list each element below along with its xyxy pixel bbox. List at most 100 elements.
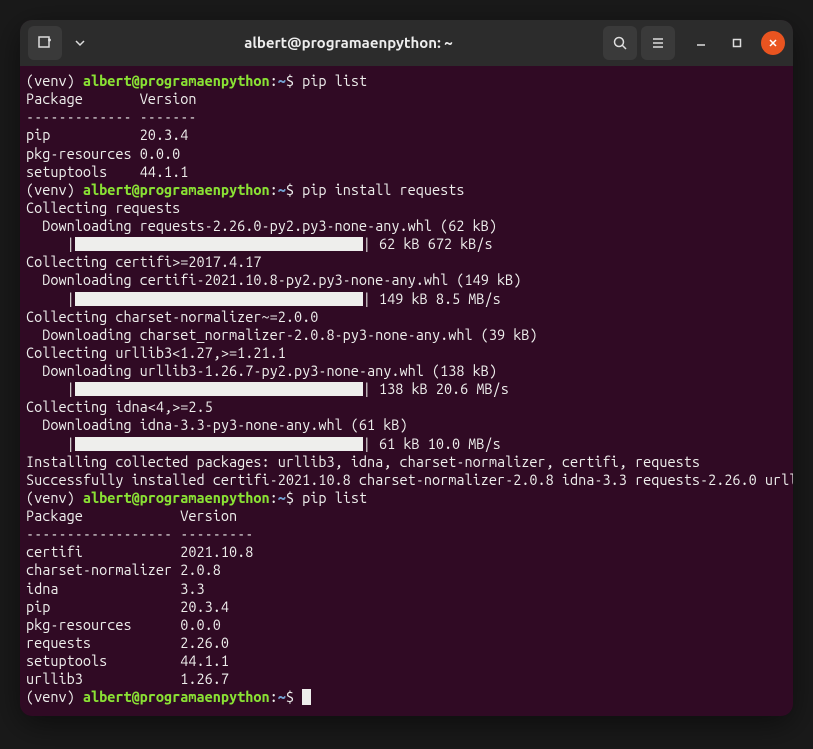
tab-dropdown-button[interactable]: [66, 29, 94, 57]
progress-stat: 62 kB 672 kB/s: [371, 235, 493, 252]
bar-pipe: |: [67, 380, 75, 397]
bar-pipe: |: [363, 435, 371, 452]
bar-pipe: |: [363, 380, 371, 397]
pip-list-2-header-pkg: Package: [26, 507, 172, 524]
terminal-window: albert@programaenpython: ~: [20, 20, 793, 716]
chevron-down-icon: [75, 38, 85, 48]
output-line: Downloading certifi-2021.10.8-py2.py3-no…: [26, 271, 521, 288]
prompt-user-host: albert@programaenpython: [83, 688, 270, 705]
titlebar: albert@programaenpython: ~: [20, 20, 793, 66]
progress-bar: [75, 437, 363, 451]
hamburger-icon: [650, 35, 666, 51]
maximize-icon: [732, 38, 742, 48]
output-line: Collecting idna<4,>=2.5: [26, 398, 213, 415]
window-controls: [689, 31, 785, 55]
bar-pipe: |: [67, 435, 75, 452]
output-line: Collecting urllib3<1.27,>=1.21.1: [26, 344, 286, 361]
bar-pipe: |: [363, 235, 371, 252]
prompt-path: ~: [278, 688, 286, 705]
pip-list-2-sep: ------------------ ---------: [26, 525, 253, 542]
prompt-venv: (venv): [26, 688, 83, 705]
search-icon: [612, 35, 628, 51]
table-row: pkg-resources: [26, 616, 172, 633]
new-tab-icon: [37, 35, 53, 51]
command-pip-install: pip install requests: [302, 181, 464, 198]
bar-indent: [26, 435, 67, 452]
prompt-user-host: albert@programaenpython: [83, 72, 270, 89]
prompt-venv: (venv): [26, 489, 83, 506]
prompt-user-host: albert@programaenpython: [83, 489, 270, 506]
pip-list-1-sep: ------------- -------: [26, 108, 197, 125]
progress-bar: [75, 237, 363, 251]
bar-pipe: |: [67, 290, 75, 307]
minimize-button[interactable]: [689, 31, 713, 55]
window-title: albert@programaenpython: ~: [100, 34, 597, 53]
space: [132, 90, 140, 107]
bar-indent: [26, 235, 67, 252]
progress-stat: 138 kB 20.6 MB/s: [371, 380, 509, 397]
output-line: Downloading requests-2.26.0-py2.py3-none…: [26, 217, 497, 234]
progress-bar: [75, 382, 363, 396]
prompt-venv: (venv): [26, 72, 83, 89]
terminal-body[interactable]: (venv) albert@programaenpython:~$ pip li…: [20, 66, 793, 716]
output-line: Collecting requests: [26, 199, 180, 216]
maximize-button[interactable]: [725, 31, 749, 55]
prompt-colon: :: [270, 688, 278, 705]
output-line: Downloading urllib3-1.26.7-py2.py3-none-…: [26, 362, 497, 379]
prompt-dollar: $: [286, 181, 302, 198]
table-cell: 2.0.8: [180, 561, 221, 578]
table-cell: 20.3.4: [180, 598, 229, 615]
prompt-user-host: albert@programaenpython: [83, 181, 270, 198]
table-cell: 3.3: [180, 580, 204, 597]
table-row: urllib3: [26, 670, 172, 687]
progress-bar: [75, 292, 363, 306]
bar-pipe: |: [67, 235, 75, 252]
prompt-colon: :: [270, 181, 278, 198]
output-line: Downloading charset_normalizer-2.0.8-py3…: [26, 326, 538, 343]
prompt-path: ~: [278, 72, 286, 89]
table-cell: 0.0.0: [140, 145, 181, 162]
bar-indent: [26, 290, 67, 307]
prompt-path: ~: [278, 181, 286, 198]
prompt-venv: (venv): [26, 181, 83, 198]
prompt-dollar: $: [286, 72, 302, 89]
table-row: setuptools: [26, 163, 132, 180]
table-row: requests: [26, 634, 172, 651]
prompt-dollar: $: [286, 688, 302, 705]
table-cell: 20.3.4: [140, 126, 189, 143]
titlebar-actions: [603, 26, 675, 60]
menu-button[interactable]: [641, 26, 675, 60]
table-row: pip: [26, 126, 132, 143]
prompt-dollar: $: [286, 489, 302, 506]
search-button[interactable]: [603, 26, 637, 60]
table-cell: 1.26.7: [180, 670, 229, 687]
cursor: [302, 689, 311, 705]
close-icon: [768, 38, 778, 48]
titlebar-left: [28, 26, 94, 60]
output-line: Installing collected packages: urllib3, …: [26, 453, 700, 470]
table-row: idna: [26, 580, 172, 597]
close-button[interactable]: [761, 31, 785, 55]
table-cell: 44.1.1: [180, 652, 229, 669]
prompt-colon: :: [270, 72, 278, 89]
bar-pipe: |: [363, 290, 371, 307]
progress-stat: 149 kB 8.5 MB/s: [371, 290, 501, 307]
output-line: Collecting certifi>=2017.4.17: [26, 253, 261, 270]
command-pip-list-1: pip list: [302, 72, 367, 89]
output-line: Collecting charset-normalizer~=2.0.0: [26, 308, 318, 325]
table-row: pip: [26, 598, 172, 615]
output-line: Successfully installed certifi-2021.10.8…: [26, 471, 793, 488]
bar-indent: [26, 380, 67, 397]
new-tab-button[interactable]: [28, 26, 62, 60]
pip-list-1-header-pkg: Package: [26, 90, 132, 107]
table-row: pkg-resources: [26, 145, 132, 162]
command-pip-list-2: pip list: [302, 489, 367, 506]
progress-stat: 61 kB 10.0 MB/s: [371, 435, 501, 452]
output-line: Downloading idna-3.3-py3-none-any.whl (6…: [26, 416, 408, 433]
table-cell: 44.1.1: [140, 163, 189, 180]
table-cell: 2.26.0: [180, 634, 229, 651]
minimize-icon: [696, 38, 706, 48]
pip-list-1-header-ver: Version: [140, 90, 197, 107]
table-row: setuptools: [26, 652, 172, 669]
prompt-path: ~: [278, 489, 286, 506]
